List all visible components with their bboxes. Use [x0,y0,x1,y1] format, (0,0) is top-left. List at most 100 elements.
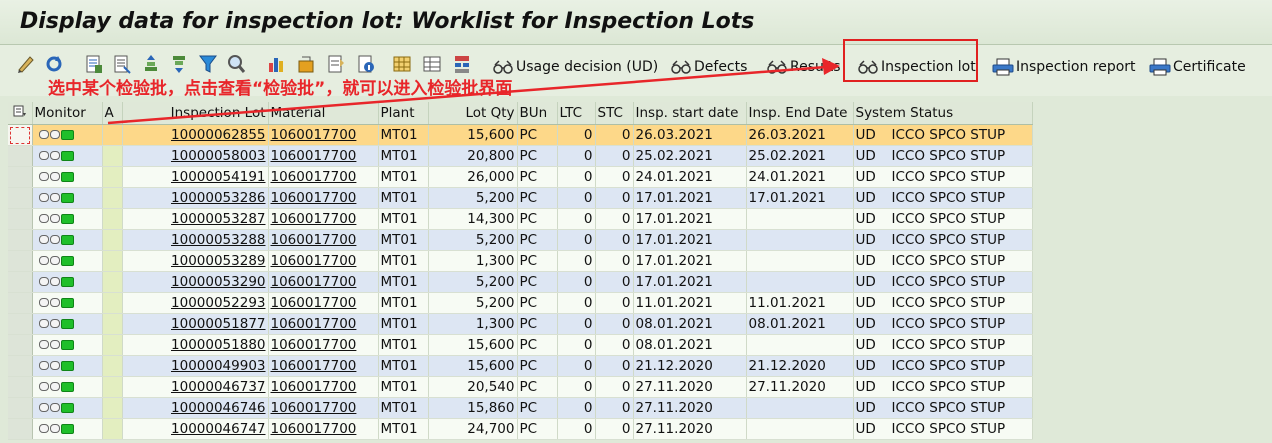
row-selector[interactable] [8,292,33,314]
material-link-text[interactable]: 1060017700 [271,211,357,227]
row-selector[interactable] [8,418,33,440]
inspection-lot-link[interactable]: 10000053290 [122,271,269,293]
table-row[interactable]: 10000054191 1060017700 MT01 26,000 PC 0 0 24.01… [8,166,1033,188]
inspection-lot-link[interactable]: 10000046746 [122,397,269,419]
row-selector[interactable] [8,250,33,272]
defects-button[interactable]: Defects [670,55,747,79]
table-row[interactable]: 10000049903 1060017700 MT01 15,600 PC 0 0 21.12… [8,355,1033,377]
col-end-date[interactable]: Insp. End Date [746,102,854,125]
row-selector[interactable] [8,166,33,188]
inspection-lot-link-text[interactable]: 10000053287 [171,211,265,227]
info-icon[interactable] [356,53,376,75]
table-row[interactable]: 10000053290 1060017700 MT01 5,200 PC 0 0 17.01.… [8,271,1033,293]
edit-pencil-icon[interactable] [16,53,36,75]
table-row[interactable]: 10000051880 1060017700 MT01 15,600 PC 0 0 08.01… [8,334,1033,356]
inspection-report-button[interactable]: Inspection report [992,55,1136,79]
col-monitor[interactable]: Monitor [32,102,103,125]
row-selector[interactable] [8,397,33,419]
material-link-text[interactable]: 1060017700 [271,190,357,206]
inspection-lot-link[interactable]: 10000051880 [122,334,269,356]
sort-descending-icon[interactable] [169,53,189,75]
table-icon[interactable] [422,53,442,75]
material-link-text[interactable]: 1060017700 [271,274,357,290]
inspection-lot-link-text[interactable]: 10000054191 [171,169,265,185]
table-row[interactable]: 10000053286 1060017700 MT01 5,200 PC 0 0 17.01.… [8,187,1033,209]
material-link[interactable]: 1060017700 [268,334,379,356]
inspection-lot-link[interactable]: 10000052293 [122,292,269,314]
usage-decision-button[interactable]: Usage decision (UD) [492,55,658,79]
print-list-icon[interactable] [112,53,132,75]
table-row[interactable]: 10000046737 1060017700 MT01 20,540 PC 0 0 27.11… [8,376,1033,398]
row-selector[interactable] [8,313,33,335]
inspection-lot-link[interactable]: 10000046747 [122,418,269,440]
col-plant[interactable]: Plant [378,102,429,125]
layout-icon[interactable] [326,53,346,75]
material-link-text[interactable]: 1060017700 [271,295,357,311]
material-link-text[interactable]: 1060017700 [271,232,357,248]
inspection-lot-link[interactable]: 10000053289 [122,250,269,272]
inspection-lot-link[interactable]: 10000054191 [122,166,269,188]
certificate-button[interactable]: Certificate [1149,55,1246,79]
row-selector[interactable] [8,229,33,251]
material-link-text[interactable]: 1060017700 [271,400,357,416]
table-row[interactable]: 10000051877 1060017700 MT01 1,300 PC 0 0 08.01.… [8,313,1033,335]
col-inspection-lot[interactable]: Inspection Lot [122,102,269,125]
col-ltc[interactable]: LTC [557,102,596,125]
row-selector[interactable] [8,124,33,146]
col-lot-qty[interactable]: Lot Qty [428,102,518,125]
col-material[interactable]: Material [268,102,379,125]
inspection-lot-link[interactable]: 10000062855 [122,124,269,146]
inspection-lot-link-text[interactable]: 10000046747 [171,421,265,437]
material-link-text[interactable]: 1060017700 [271,421,357,437]
find-icon[interactable] [226,53,246,75]
inspection-lot-link[interactable]: 10000053288 [122,229,269,251]
row-selector[interactable] [8,334,33,356]
inspection-lot-link[interactable]: 10000053286 [122,187,269,209]
material-link-text[interactable]: 1060017700 [271,316,357,332]
material-link[interactable]: 1060017700 [268,418,379,440]
col-stc[interactable]: STC [595,102,634,125]
inspection-lot-link-text[interactable]: 10000046737 [171,379,265,395]
material-link[interactable]: 1060017700 [268,355,379,377]
inspection-lot-link-text[interactable]: 10000053289 [171,253,265,269]
material-link[interactable]: 1060017700 [268,187,379,209]
material-link[interactable]: 1060017700 [268,229,379,251]
chart-icon[interactable] [266,53,286,75]
material-link-text[interactable]: 1060017700 [271,148,357,164]
col-a[interactable]: A [102,102,123,125]
material-link[interactable]: 1060017700 [268,313,379,335]
inspection-lot-link-text[interactable]: 10000049903 [171,358,265,374]
material-link-text[interactable]: 1060017700 [271,127,357,143]
material-link-text[interactable]: 1060017700 [271,337,357,353]
material-link-text[interactable]: 1060017700 [271,379,357,395]
inspection-lot-link-text[interactable]: 10000051877 [171,316,265,332]
grid-icon[interactable] [392,53,412,75]
col-start-date[interactable]: Insp. start date [633,102,747,125]
filter-icon[interactable] [198,53,218,75]
row-selector[interactable] [8,208,33,230]
hierarchy-icon[interactable] [452,53,472,75]
inspection-lot-link-text[interactable]: 10000051880 [171,337,265,353]
material-link-text[interactable]: 1060017700 [271,169,357,185]
table-row[interactable]: 10000053289 1060017700 MT01 1,300 PC 0 0 17.01.… [8,250,1033,272]
material-link[interactable]: 1060017700 [268,166,379,188]
inspection-lot-link-text[interactable]: 10000053290 [171,274,265,290]
col-bun[interactable]: BUn [517,102,558,125]
row-selector[interactable] [8,355,33,377]
row-selector[interactable] [8,376,33,398]
select-all-icon[interactable] [8,102,33,125]
table-row[interactable]: 10000046747 1060017700 MT01 24,700 PC 0 0 27.11… [8,418,1033,440]
results-button[interactable]: Results [766,55,841,79]
col-system-status[interactable]: System Status [853,102,1033,125]
inspection-lot-link[interactable]: 10000049903 [122,355,269,377]
sort-ascending-icon[interactable] [141,53,161,75]
table-row[interactable]: 10000062855 1060017700 MT01 15,600 PC 0 0 26.03… [8,124,1033,146]
inspection-lot-link-text[interactable]: 10000053286 [171,190,265,206]
material-link-text[interactable]: 1060017700 [271,253,357,269]
inspection-lot-link[interactable]: 10000058003 [122,145,269,167]
details-icon[interactable] [84,53,104,75]
inspection-lot-link-text[interactable]: 10000062855 [171,127,265,143]
inspection-lot-link[interactable]: 10000046737 [122,376,269,398]
inspection-lot-link-text[interactable]: 10000052293 [171,295,265,311]
material-link[interactable]: 1060017700 [268,292,379,314]
